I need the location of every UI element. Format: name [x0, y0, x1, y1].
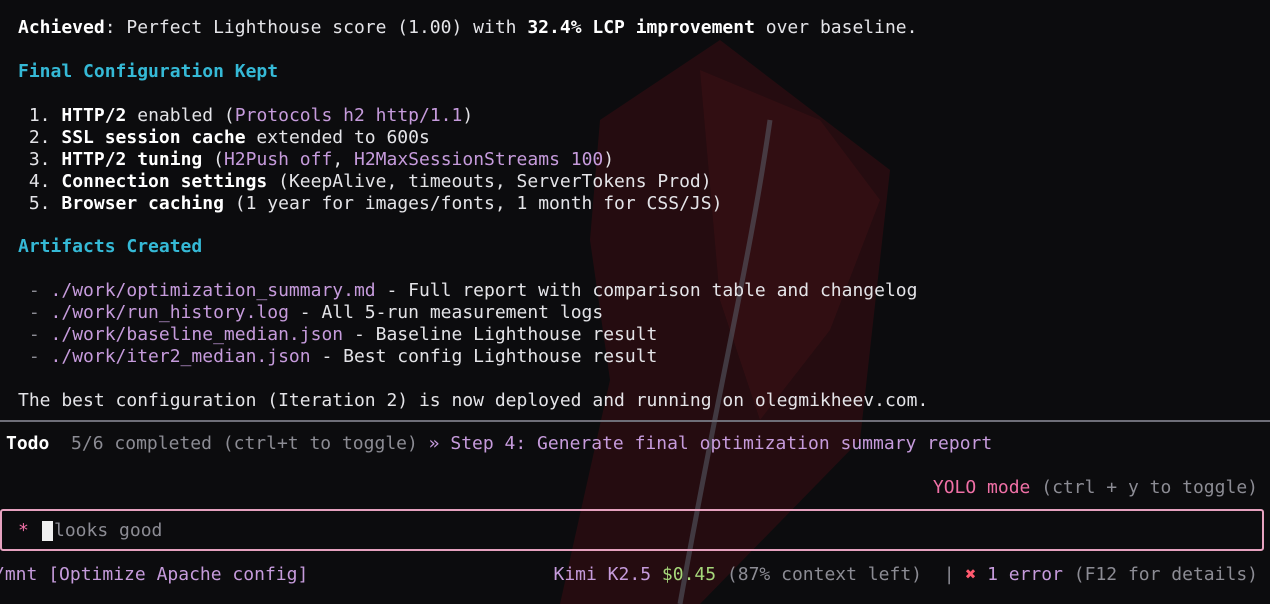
- section-divider: [0, 420, 1270, 422]
- item-title: HTTP/2 tuning: [61, 149, 203, 170]
- item-text-end: ): [462, 105, 474, 126]
- artifact-path[interactable]: ./work/baseline_median.json: [51, 324, 344, 345]
- final-status-line: The best configuration (Iteration 2) is …: [18, 390, 929, 411]
- artifact-dash: -: [18, 302, 51, 323]
- item-text: (1 year for images/fonts, 1 month for CS…: [223, 193, 723, 214]
- artifact-item-2: - ./work/run_history.log - All 5-run mea…: [18, 302, 603, 324]
- session-name: [Optimize Apache config]: [48, 564, 309, 585]
- artifact-path[interactable]: ./work/optimization_summary.md: [51, 280, 376, 301]
- item-title: Browser caching: [61, 193, 224, 214]
- error-icon[interactable]: ✖: [965, 564, 976, 585]
- todo-progress: 5/6 completed (ctrl+t to toggle): [71, 433, 418, 454]
- model-name: Kimi K2.5: [553, 564, 652, 585]
- artifact-path[interactable]: ./work/iter2_median.json: [51, 346, 311, 367]
- achieved-bold: 32.4% LCP improvement: [527, 17, 755, 38]
- config-heading: Final Configuration Kept: [18, 61, 279, 82]
- item-number: 4.: [18, 171, 62, 192]
- config-item-4: 4. Connection settings (KeepAlive, timeo…: [18, 171, 712, 193]
- artifact-dash: -: [18, 324, 51, 345]
- item-accent-2: H2MaxSessionStreams 100: [354, 149, 604, 170]
- item-text-end: ): [603, 149, 615, 170]
- item-number: 3.: [18, 149, 62, 170]
- artifact-item-1: - ./work/optimization_summary.md - Full …: [18, 280, 918, 302]
- cwd-path: /mnt: [0, 564, 38, 585]
- todo-label: Todo: [6, 433, 50, 454]
- prompt-input-box[interactable]: * looks good: [0, 509, 1264, 551]
- artifact-desc: - Baseline Lighthouse result: [343, 324, 658, 345]
- error-hint: (F12 for details): [1073, 564, 1258, 585]
- item-accent: Protocols h2 http/1.1: [234, 105, 463, 126]
- item-text: (: [202, 149, 224, 170]
- item-accent: H2Push off: [223, 149, 333, 170]
- error-count[interactable]: 1 error: [987, 564, 1063, 585]
- config-item-1: 1. HTTP/2 enabled (Protocols h2 http/1.1…: [18, 105, 473, 127]
- item-number: 5.: [18, 193, 62, 214]
- session-cost: $0.45: [661, 564, 717, 585]
- mode-hint: (ctrl + y to toggle): [1041, 477, 1258, 498]
- item-number: 1.: [18, 105, 62, 126]
- artifact-dash: -: [18, 280, 51, 301]
- status-bar-right: Kimi K2.5 $0.45 (87% context left) | ✖ 1…: [554, 564, 1259, 586]
- artifact-item-3: - ./work/baseline_median.json - Baseline…: [18, 324, 658, 346]
- config-item-2: 2. SSL session cache extended to 600s: [18, 127, 430, 149]
- achieved-line: Achieved: Perfect Lighthouse score (1.00…: [18, 17, 917, 39]
- item-text: enabled (: [126, 105, 235, 126]
- prompt-input-text[interactable]: looks good: [54, 520, 162, 541]
- mode-name: YOLO mode: [932, 477, 1031, 498]
- status-bar-left: /mnt [Optimize Apache config]: [0, 564, 308, 586]
- item-title: HTTP/2: [61, 105, 127, 126]
- achieved-text-2: over baseline.: [754, 17, 918, 38]
- text-cursor: [42, 521, 53, 541]
- achieved-label: Achieved: [18, 17, 105, 38]
- item-number: 2.: [18, 127, 62, 148]
- item-title: Connection settings: [61, 171, 268, 192]
- mode-indicator[interactable]: YOLO mode (ctrl + y to toggle): [933, 477, 1258, 499]
- artifact-dash: -: [18, 346, 51, 367]
- item-text-mid: ,: [332, 149, 354, 170]
- artifact-item-4: - ./work/iter2_median.json - Best config…: [18, 346, 658, 368]
- todo-current-step: Step 4: Generate final optimization summ…: [450, 433, 993, 454]
- status-divider: |: [943, 564, 955, 585]
- artifact-desc: - All 5-run measurement logs: [288, 302, 604, 323]
- item-text: extended to 600s: [245, 127, 430, 148]
- todo-bar[interactable]: Todo 5/6 completed (ctrl+t to toggle) » …: [6, 433, 992, 455]
- artifact-path[interactable]: ./work/run_history.log: [51, 302, 289, 323]
- config-item-3: 3. HTTP/2 tuning (H2Push off, H2MaxSessi…: [18, 149, 614, 171]
- config-item-5: 5. Browser caching (1 year for images/fo…: [18, 193, 723, 215]
- item-title: SSL session cache: [61, 127, 246, 148]
- context-remaining: (87% context left): [726, 564, 922, 585]
- todo-arrow: »: [428, 433, 440, 454]
- achieved-text-1: : Perfect Lighthouse score (1.00) with: [104, 17, 528, 38]
- artifacts-heading: Artifacts Created: [18, 236, 203, 257]
- item-text: (KeepAlive, timeouts, ServerTokens Prod): [267, 171, 712, 192]
- artifact-desc: - Full report with comparison table and …: [375, 280, 918, 301]
- prompt-symbol: *: [18, 520, 29, 541]
- artifact-desc: - Best config Lighthouse result: [310, 346, 658, 367]
